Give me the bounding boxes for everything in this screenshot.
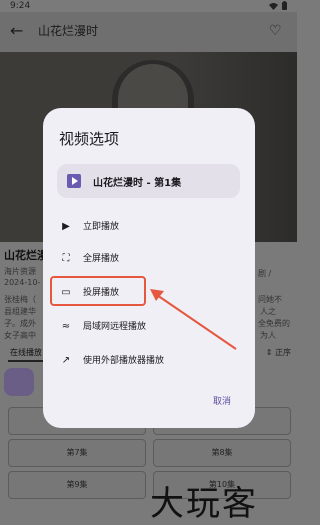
- video-play-badge-icon: [67, 174, 81, 188]
- wifi-status-icon: [269, 2, 278, 10]
- tab-indicator: [8, 360, 48, 362]
- external-link-icon: ↗: [61, 355, 71, 366]
- video-options-dialog: 视频选项 山花烂漫时 - 第1集 ▶ 立即播放 ⛶ 全屏播放 ▭ 投屏播放 ≈ …: [43, 108, 255, 428]
- episode-button[interactable]: 第9集: [8, 471, 146, 499]
- status-bar: 9:24: [0, 0, 297, 12]
- fullscreen-icon: ⛶: [62, 253, 70, 264]
- description-line: 张桂梅（: [4, 295, 36, 304]
- description-line: 子。成外: [4, 319, 36, 328]
- option-fullscreen[interactable]: ⛶ 全屏播放: [53, 246, 245, 272]
- tab-online-play[interactable]: 在线播放: [10, 347, 42, 358]
- option-play-now[interactable]: ▶ 立即播放: [53, 214, 245, 240]
- option-label: 全屏播放: [83, 254, 120, 264]
- sort-icon: ⇕: [265, 348, 273, 357]
- status-time: 9:24: [10, 1, 31, 11]
- date-line: 2024-10-: [4, 278, 41, 287]
- episode-button[interactable]: 第8集: [153, 439, 291, 467]
- status-icons: [269, 1, 287, 10]
- description-line: 县组建华: [4, 307, 36, 316]
- cancel-button[interactable]: 取消: [213, 394, 231, 407]
- play-icon: ▶: [62, 221, 70, 232]
- annotation-arrow-icon: [150, 289, 237, 350]
- highlight-box: [50, 276, 146, 306]
- dialog-title: 视频选项: [59, 130, 120, 148]
- genre-tag: 剧 /: [258, 269, 272, 278]
- description-right: 人之: [260, 307, 276, 316]
- description-line: 女子高中: [4, 331, 36, 340]
- watermark-logo: 大玩客: [150, 484, 258, 524]
- description-right: 为人: [260, 331, 276, 340]
- option-label: 局域网远程播放: [83, 322, 147, 332]
- episode-button[interactable]: 第7集: [8, 439, 146, 467]
- app-root: 9:24 ← 山花烂漫时 ♡ 山花烂漫 海片资源 2024-10- 张桂梅（ 县…: [0, 0, 297, 524]
- sort-button[interactable]: ⇕ 正序: [266, 347, 291, 358]
- source-chip[interactable]: [4, 368, 34, 396]
- current-episode-label: 山花烂漫时 - 第1集: [93, 178, 182, 189]
- source-line: 海片资源: [4, 267, 36, 276]
- current-episode-card[interactable]: 山花烂漫时 - 第1集: [57, 164, 240, 198]
- show-title: 山花烂漫: [4, 249, 48, 262]
- option-label: 立即播放: [83, 222, 120, 232]
- sort-label: 正序: [275, 348, 291, 357]
- battery-icon: [282, 1, 287, 10]
- favorite-heart-icon[interactable]: ♡: [269, 22, 287, 40]
- page-title: 山花烂漫时: [38, 24, 99, 38]
- description-right: 全免费的: [258, 319, 290, 328]
- back-arrow-icon[interactable]: ←: [10, 22, 28, 40]
- app-bar: ← 山花烂漫时 ♡: [0, 12, 297, 52]
- wifi-icon: ≈: [61, 321, 71, 332]
- description-right: 问她不: [258, 295, 282, 304]
